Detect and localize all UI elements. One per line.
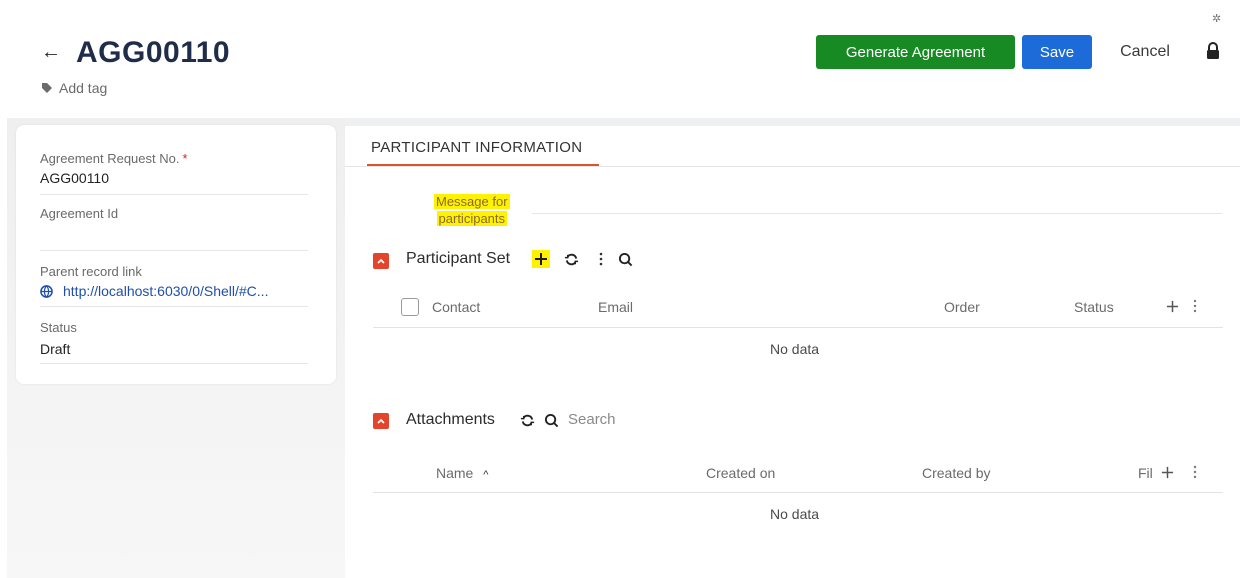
chevron-up-icon [377, 258, 385, 264]
tab-participant-information[interactable]: PARTICIPANT INFORMATION [371, 139, 582, 156]
column-header-created-by[interactable]: Created by [922, 465, 990, 481]
refresh-icon[interactable] [518, 411, 536, 429]
lock-icon[interactable] [1205, 42, 1221, 60]
search-icon[interactable] [542, 411, 560, 429]
agreement-request-no-label: Agreement Request No. * [40, 151, 188, 166]
chevron-up-icon [377, 418, 385, 424]
add-column-icon[interactable] [1163, 297, 1181, 315]
field-divider [40, 363, 308, 364]
column-header-email[interactable]: Email [598, 299, 633, 315]
column-header-order[interactable]: Order [944, 299, 980, 315]
participant-empty-state: No data [770, 341, 820, 357]
cancel-button[interactable]: Cancel [1102, 35, 1188, 69]
sort-ascending-icon[interactable]: ^ [483, 469, 488, 481]
generate-agreement-button[interactable]: Generate Agreement [816, 35, 1015, 69]
column-options-icon[interactable] [1186, 297, 1204, 315]
collapse-participant-set-icon[interactable] [373, 253, 389, 269]
required-star: * [182, 151, 188, 166]
save-button[interactable]: Save [1022, 35, 1092, 69]
tab-divider [345, 166, 1240, 167]
column-header-name[interactable]: Name ^ [436, 465, 488, 481]
agreement-id-label: Agreement Id [40, 206, 119, 221]
column-header-file[interactable]: Fil [1138, 465, 1153, 481]
add-column-icon[interactable] [1158, 463, 1176, 481]
field-divider [40, 250, 308, 251]
message-field-line[interactable] [532, 213, 1222, 214]
top-strip [345, 118, 1240, 126]
back-arrow-icon[interactable]: ← [41, 42, 61, 62]
parent-record-link[interactable]: http://localhost:6030/0/Shell/#C... [40, 283, 268, 299]
parent-record-link-text[interactable]: http://localhost:6030/0/Shell/#C... [63, 283, 268, 299]
status-value[interactable]: Draft [40, 341, 70, 357]
column-header-contact[interactable]: Contact [432, 299, 480, 315]
agreement-id-value[interactable] [40, 225, 308, 243]
add-tag-link[interactable]: Add tag [41, 80, 107, 96]
message-for-participants-label: Message for participants [434, 194, 510, 226]
add-participant-icon[interactable] [532, 250, 550, 268]
add-tag-label: Add tag [59, 80, 108, 96]
attachments-title: Attachments [406, 411, 495, 428]
more-options-icon[interactable] [592, 250, 610, 268]
column-header-status[interactable]: Status [1074, 299, 1114, 315]
field-divider [40, 306, 308, 307]
status-label: Status [40, 320, 77, 335]
parent-record-link-label: Parent record link [40, 264, 142, 279]
table-header-divider [373, 492, 1223, 493]
agreement-request-no-value[interactable]: AGG00110 [40, 170, 109, 186]
tag-icon [42, 83, 52, 93]
refresh-icon[interactable] [562, 250, 580, 268]
search-icon[interactable] [616, 250, 634, 268]
attachments-empty-state: No data [770, 506, 820, 522]
collapse-attachments-icon[interactable] [373, 413, 389, 429]
participant-set-title: Participant Set [406, 250, 511, 267]
column-options-icon[interactable] [1186, 463, 1204, 481]
attachments-search-input[interactable]: Search [568, 411, 616, 428]
table-header-divider [373, 327, 1223, 328]
field-divider [40, 194, 308, 195]
globe-icon [40, 284, 53, 298]
page-title: AGG00110 [76, 36, 231, 69]
gear-icon[interactable]: ✲ [1212, 14, 1222, 25]
select-all-checkbox[interactable] [401, 298, 419, 316]
column-header-created-on[interactable]: Created on [706, 465, 775, 481]
